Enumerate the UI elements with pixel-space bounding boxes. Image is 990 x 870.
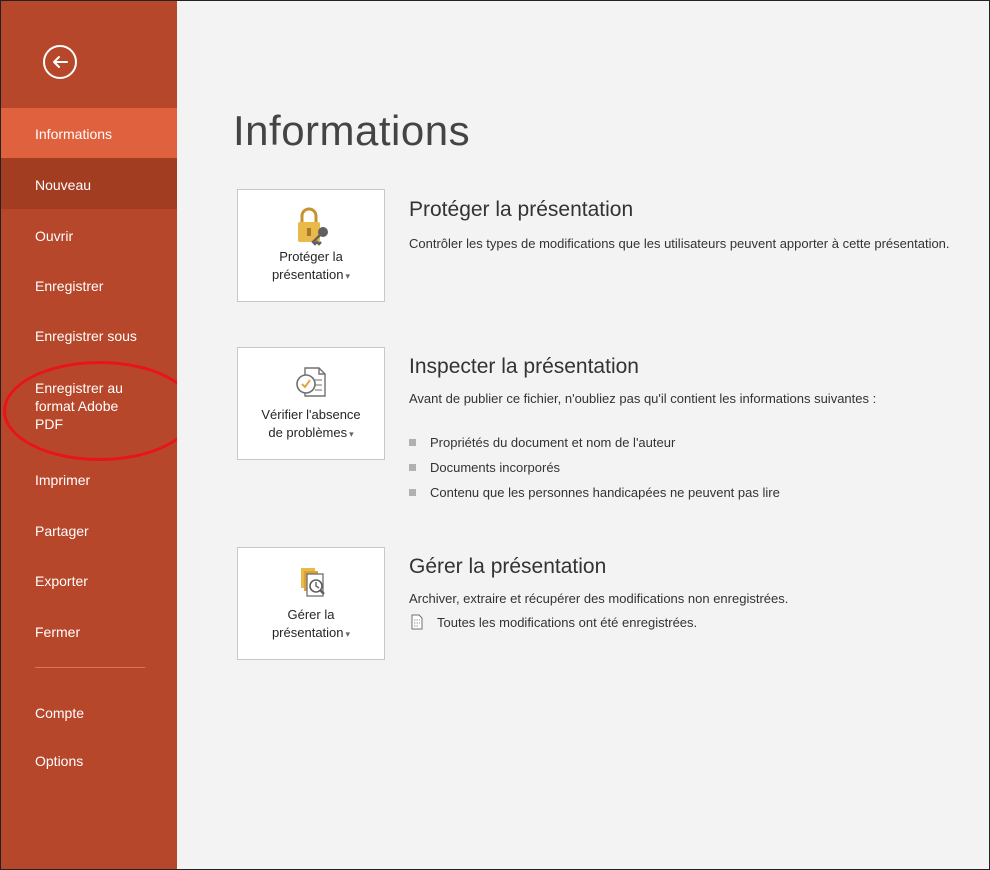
nav-exporter[interactable]: Exporter [1, 554, 177, 604]
backstage-content: Informations Protéger la présentation ▾ P… [177, 1, 989, 869]
backstage-sidebar: Informations Nouveau Ouvrir Enregistrer … [1, 1, 177, 869]
backstage-window: Informations Nouveau Ouvrir Enregistrer … [0, 0, 990, 870]
inspect-bullet: Contenu que les personnes handicapées ne… [409, 485, 780, 500]
manage-section-description: Archiver, extraire et récupérer des modi… [409, 591, 789, 606]
nav-fermer[interactable]: Fermer [1, 605, 177, 655]
nav-enregistrer-sous[interactable]: Enregistrer sous [1, 309, 177, 359]
inspect-document-icon [296, 367, 326, 397]
protect-presentation-button[interactable]: Protéger la présentation ▾ [237, 189, 385, 302]
nav-imprimer[interactable]: Imprimer [1, 453, 177, 503]
dropdown-caret-icon: ▾ [345, 271, 351, 281]
bullet-square-icon [409, 464, 416, 471]
document-saved-icon [411, 614, 423, 630]
nav-ouvrir[interactable]: Ouvrir [1, 209, 177, 259]
dropdown-caret-icon: ▾ [345, 629, 351, 639]
inspect-bullet: Documents incorporés [409, 460, 560, 475]
bullet-square-icon [409, 489, 416, 496]
manage-versions-icon [301, 568, 325, 597]
page-title: Informations [233, 107, 471, 154]
manage-card-label-line1: Gérer la [287, 607, 335, 622]
inspect-section-description: Avant de publier ce fichier, n'oubliez p… [409, 391, 877, 406]
manage-presentation-button[interactable]: Gérer la présentation ▾ [237, 547, 385, 660]
inspect-bullet: Propriétés du document et nom de l'auteu… [409, 435, 675, 450]
nav-informations[interactable]: Informations [1, 108, 177, 158]
nav-partager[interactable]: Partager [1, 504, 177, 554]
protect-card-label-line1: Protéger la [279, 249, 343, 264]
protect-section-description: Contrôler les types de modifications que… [409, 236, 950, 251]
inspect-card-label-line2: de problèmes [268, 425, 348, 440]
inspect-section-title: Inspecter la présentation [409, 355, 639, 378]
nav-compte[interactable]: Compte [1, 686, 177, 736]
nav-enregistrer-adobe-pdf[interactable]: Enregistrer au format Adobe PDF [1, 369, 177, 445]
bullet-square-icon [409, 439, 416, 446]
nav-nouveau[interactable]: Nouveau [1, 158, 177, 209]
check-issues-button[interactable]: Vérifier l'absence de problèmes ▾ [237, 347, 385, 460]
lock-key-icon [298, 207, 328, 246]
dropdown-caret-icon: ▾ [349, 429, 354, 439]
back-button[interactable] [43, 45, 77, 79]
protect-section-title: Protéger la présentation [409, 198, 634, 221]
manage-card-label-line2: présentation [271, 625, 344, 640]
nav-separator [35, 667, 145, 668]
nav-options[interactable]: Options [1, 734, 177, 784]
autosave-status: Toutes les modifications ont été enregis… [409, 614, 697, 630]
manage-section-title: Gérer la présentation [409, 555, 607, 578]
inspect-card-label-line1: Vérifier l'absence [261, 407, 361, 422]
protect-card-label-line2: présentation [271, 267, 344, 282]
back-arrow-icon [53, 56, 68, 68]
nav-enregistrer[interactable]: Enregistrer [1, 259, 177, 309]
